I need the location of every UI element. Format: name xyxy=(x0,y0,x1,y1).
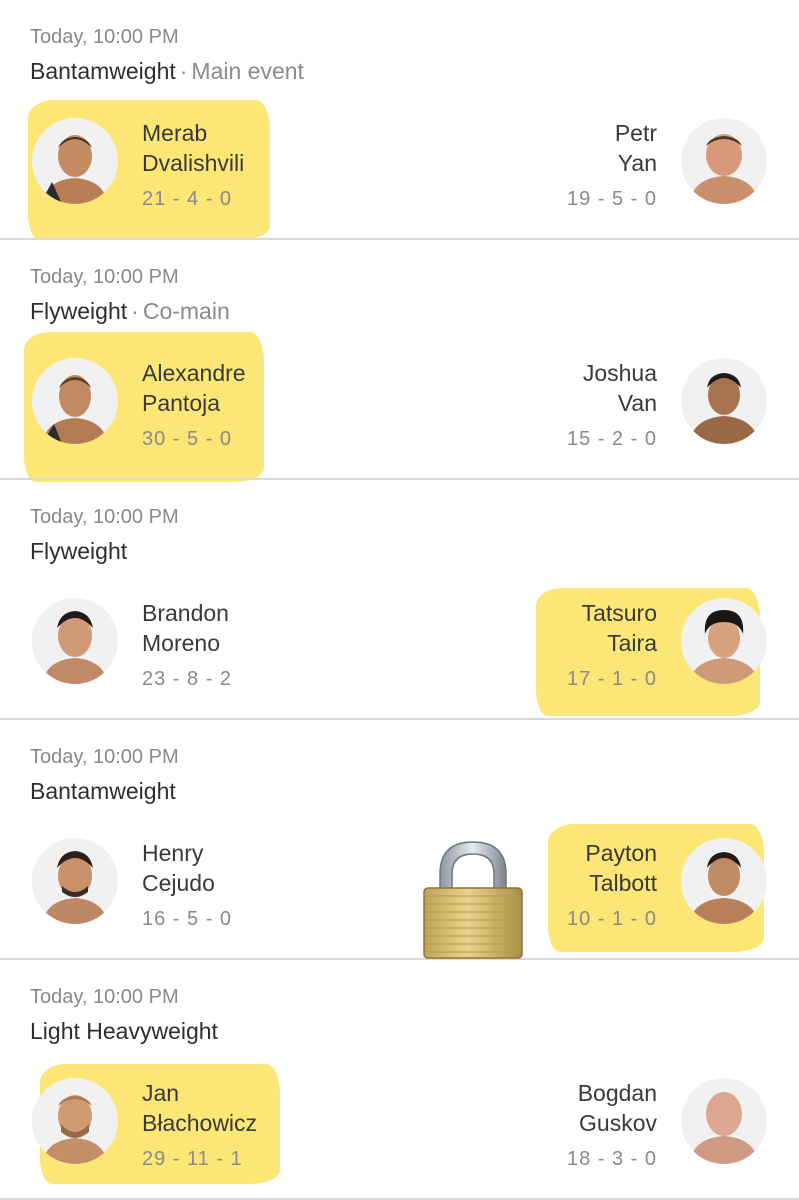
fighter-first-name: Bogdan xyxy=(577,1080,657,1106)
bout-tag: Co-main xyxy=(142,298,230,324)
fighter-last-name: Taira xyxy=(607,630,657,656)
fighter-name: Jan Błachowicz xyxy=(142,1078,257,1138)
fight-time: Today, 10:00 PM xyxy=(30,266,179,288)
fight-time: Today, 10:00 PM xyxy=(30,26,179,48)
fighter-avatar xyxy=(681,838,767,924)
fighter-avatar xyxy=(32,358,118,444)
fighter-last-name: Yan xyxy=(617,150,657,176)
fight-card-3[interactable]: Today, 10:00 PM Flyweight Brandon Moreno … xyxy=(0,480,799,720)
fighter-name: Payton Talbott xyxy=(585,838,657,898)
bout-tag: Main event xyxy=(191,58,304,84)
fighter-first-name: Alexandre xyxy=(142,360,246,386)
fighter-record: 16 - 5 - 0 xyxy=(142,908,233,930)
separator-dot: · xyxy=(179,58,188,84)
fighter-record: 15 - 2 - 0 xyxy=(566,428,657,450)
fighter-first-name: Joshua xyxy=(582,360,657,386)
fighter-first-name: Merab xyxy=(142,120,208,146)
division-label: Flyweight xyxy=(30,298,128,324)
division-label: Bantamweight xyxy=(30,58,176,84)
fighter-avatar xyxy=(681,358,767,444)
fighter-last-name: Cejudo xyxy=(142,870,215,896)
fighter-name: Alexandre Pantoja xyxy=(142,358,246,418)
fighter-name: Tatsuro Taira xyxy=(582,598,657,658)
fighter-name: Brandon Moreno xyxy=(142,598,229,658)
fight-division: Light Heavyweight xyxy=(30,1018,218,1045)
fight-time: Today, 10:00 PM xyxy=(30,986,179,1008)
fighter-name: Bogdan Guskov xyxy=(578,1078,657,1138)
fighter-record: 23 - 8 - 2 xyxy=(142,668,233,690)
fighter-record: 30 - 5 - 0 xyxy=(142,428,233,450)
fight-card-4[interactable]: Today, 10:00 PM Bantamweight Henry Cejudo… xyxy=(0,720,799,960)
fighter-record: 19 - 5 - 0 xyxy=(566,188,657,210)
division-label: Bantamweight xyxy=(30,778,176,804)
fighter-avatar xyxy=(681,118,767,204)
division-label: Light Heavyweight xyxy=(30,1018,218,1044)
fighter-avatar xyxy=(32,838,118,924)
fight-card-1[interactable]: Today, 10:00 PM Bantamweight · Main event … xyxy=(0,0,799,240)
fighter-first-name: Petr xyxy=(614,120,657,146)
fighter-name: Henry Cejudo xyxy=(142,838,215,898)
fighter-name: Joshua Van xyxy=(583,358,657,418)
fighter-name: Merab Dvalishvili xyxy=(142,118,244,178)
fight-card-2[interactable]: Today, 10:00 PM Flyweight · Co-main Alexan… xyxy=(0,240,799,482)
fighter-name: Petr Yan xyxy=(615,118,657,178)
fighter-first-name: Brandon xyxy=(142,600,229,626)
fighter-record: 10 - 1 - 0 xyxy=(566,908,657,930)
fighter-avatar xyxy=(681,1078,767,1164)
fighter-last-name: Guskov xyxy=(579,1110,657,1136)
fight-division: Flyweight xyxy=(30,538,127,565)
fighter-last-name: Talbott xyxy=(589,870,657,896)
lock-icon xyxy=(418,836,528,960)
separator-dot: · xyxy=(131,298,139,324)
fighter-last-name: Pantoja xyxy=(142,390,221,416)
fighter-first-name: Payton xyxy=(585,840,657,866)
fighter-record: 17 - 1 - 0 xyxy=(566,668,657,690)
fighter-last-name: Moreno xyxy=(142,630,220,656)
fighter-first-name: Jan xyxy=(142,1080,180,1106)
division-label: Flyweight xyxy=(30,538,128,564)
fight-time: Today, 10:00 PM xyxy=(30,506,179,528)
fighter-avatar xyxy=(32,118,118,204)
fighter-last-name: Dvalishvili xyxy=(142,150,245,176)
fighter-record: 18 - 3 - 0 xyxy=(566,1148,657,1170)
fight-division: Bantamweight · Main event xyxy=(30,58,304,85)
fighter-last-name: Błachowicz xyxy=(142,1110,258,1136)
fight-card-5[interactable]: Today, 10:00 PM Light Heavyweight Jan Bła… xyxy=(0,960,799,1200)
fighter-record: 21 - 4 - 0 xyxy=(142,188,233,210)
fight-division: Bantamweight xyxy=(30,778,176,805)
fighter-record: 29 - 11 - 1 xyxy=(142,1148,243,1170)
fighter-avatar xyxy=(681,598,767,684)
fighter-last-name: Van xyxy=(617,390,657,416)
fight-time: Today, 10:00 PM xyxy=(30,746,179,768)
fighter-first-name: Henry xyxy=(142,840,204,866)
fighter-avatar xyxy=(32,1078,118,1164)
fighter-avatar xyxy=(32,598,118,684)
fight-division: Flyweight · Co-main xyxy=(30,298,230,325)
fighter-first-name: Tatsuro xyxy=(581,600,657,626)
